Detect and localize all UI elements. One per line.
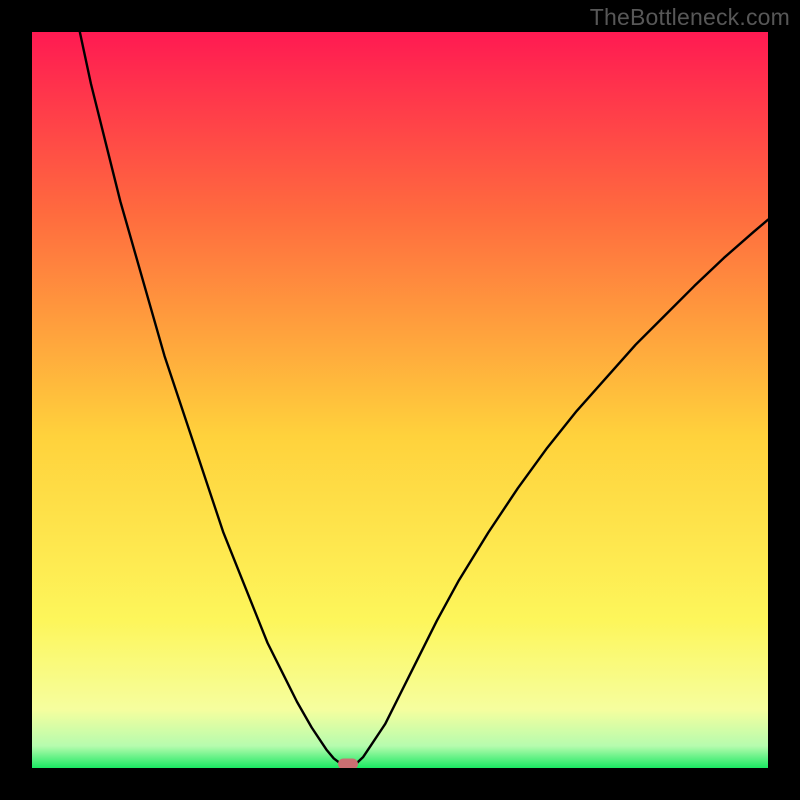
frame: TheBottleneck.com <box>0 0 800 800</box>
curve-right <box>356 220 768 764</box>
curve-overlay <box>32 32 768 768</box>
plot-area <box>32 32 768 768</box>
curve-left <box>80 32 341 764</box>
bottleneck-marker <box>338 759 358 768</box>
watermark: TheBottleneck.com <box>590 4 790 31</box>
